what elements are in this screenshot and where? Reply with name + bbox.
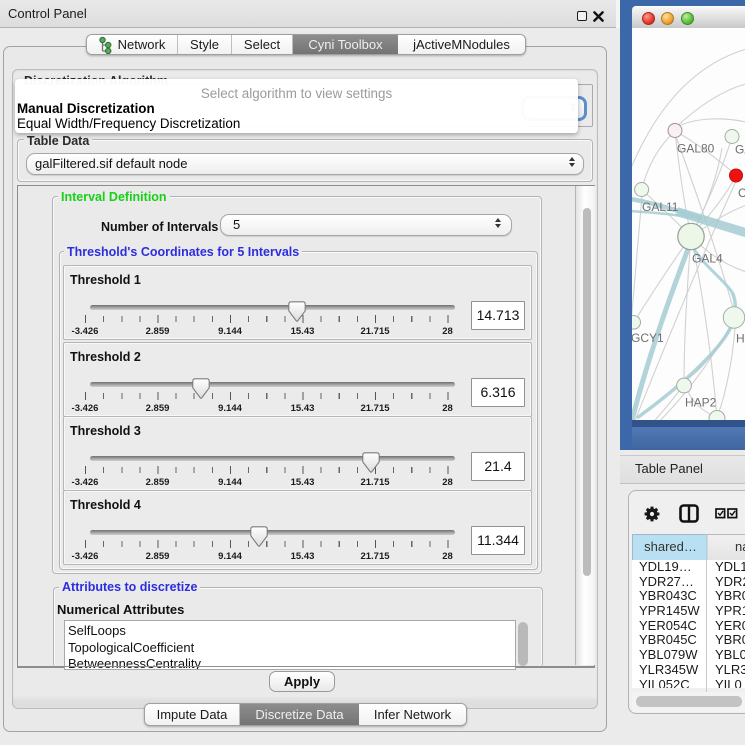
- svg-text:GAL80: GAL80: [677, 142, 715, 156]
- svg-text:GAL11: GAL11: [642, 200, 679, 214]
- svg-text:GCY1: GCY1: [632, 331, 664, 345]
- svg-text:H: H: [736, 332, 745, 346]
- svg-text:CC: CC: [738, 186, 745, 200]
- svg-text:GAL4: GAL4: [692, 252, 723, 266]
- svg-text:HAP2: HAP2: [685, 396, 717, 410]
- svg-text:GA: GA: [735, 143, 745, 157]
